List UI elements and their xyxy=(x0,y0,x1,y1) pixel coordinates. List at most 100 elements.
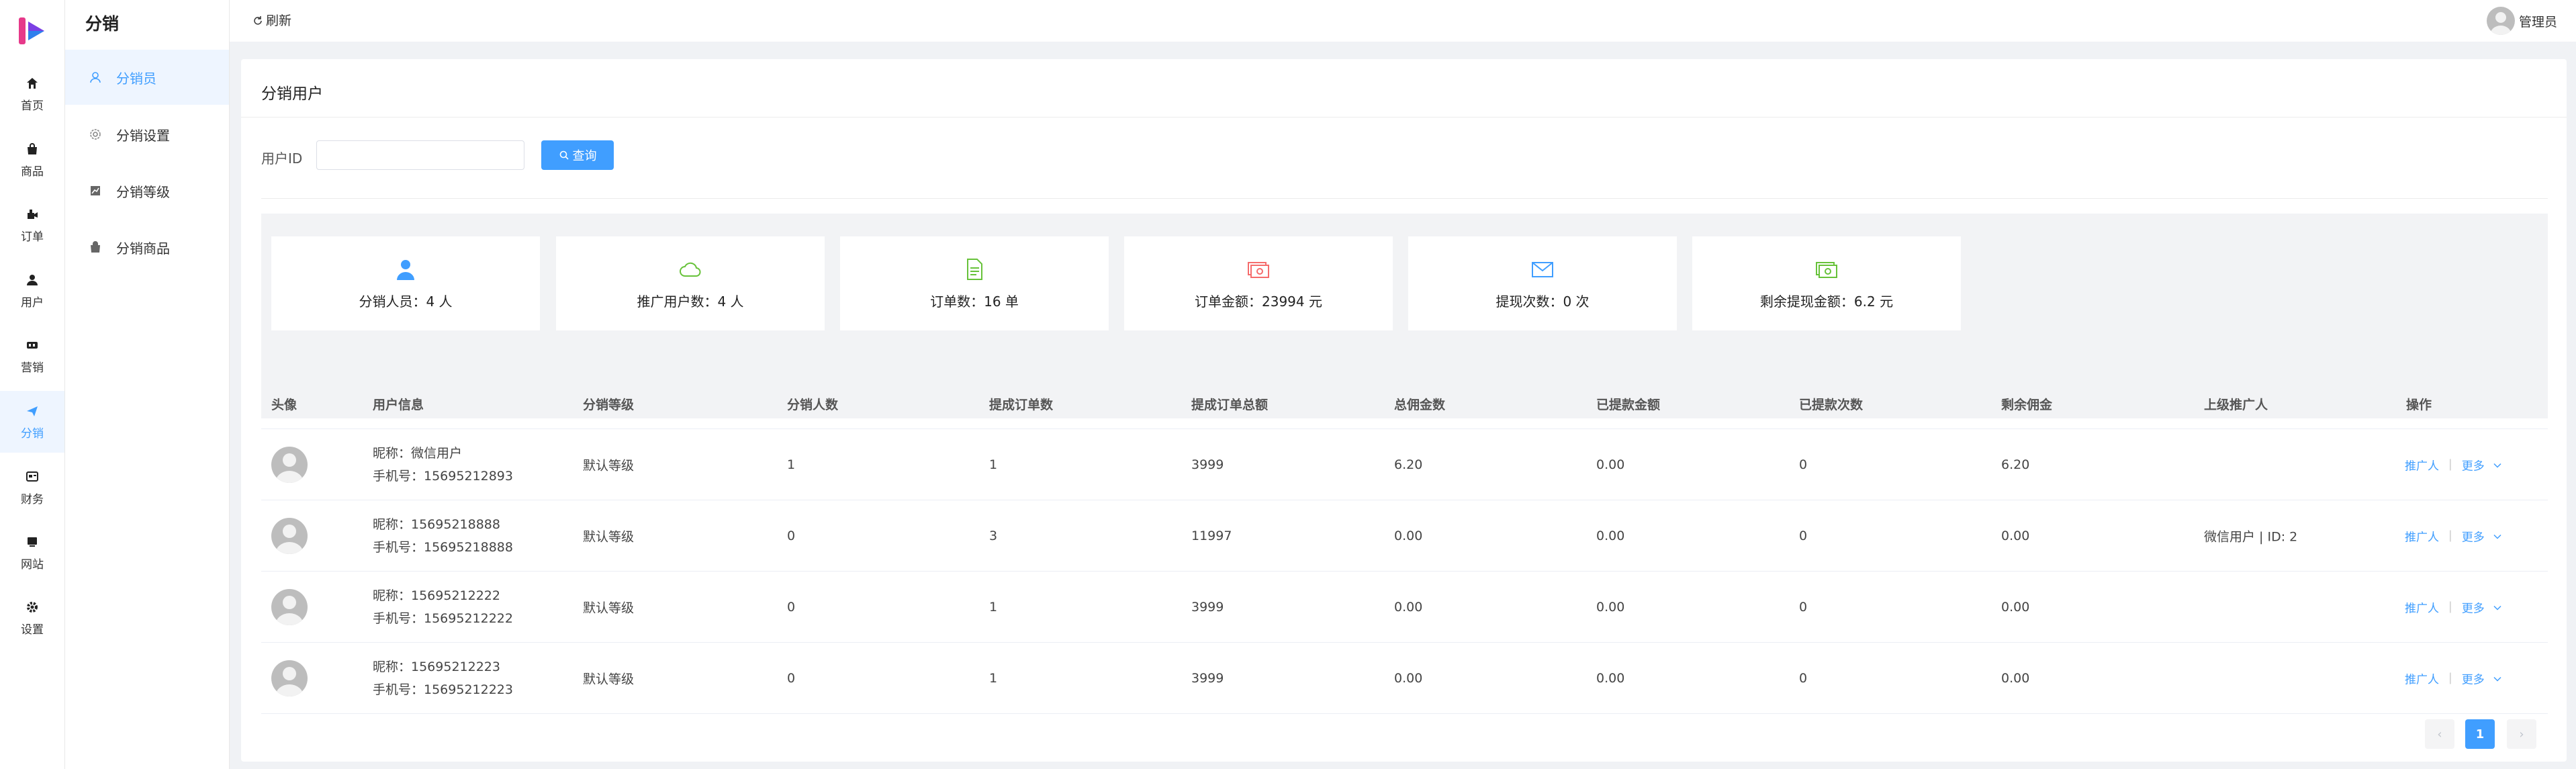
more-dropdown[interactable]: 更多 xyxy=(2462,598,2485,615)
user-id-label: 用户ID xyxy=(261,150,303,167)
refresh-label: 刷新 xyxy=(266,13,292,28)
submenu-title: 分销 xyxy=(85,14,120,34)
withdrawn-cell: 0.00 xyxy=(1596,528,1625,543)
row-actions: 推广人 | 更多 xyxy=(2405,527,2502,544)
submenu-item-goods[interactable]: 分销商品 xyxy=(65,220,229,275)
withdraw-times-cell: 0 xyxy=(1799,670,1808,686)
rail-item-distribution[interactable]: 分销 xyxy=(0,391,64,453)
header-total-commission: 总佣金数 xyxy=(1394,398,1446,412)
table-row: 昵称：微信用户 手机号：15695212893 默认等级 1 1 3999 6.… xyxy=(261,429,2548,500)
order-total-cell: 3999 xyxy=(1191,670,1224,686)
row-actions: 推广人 | 更多 xyxy=(2405,670,2502,686)
distributor-count-cell: 0 xyxy=(787,528,796,543)
admin-avatar xyxy=(2486,7,2515,35)
rail-item-finance[interactable]: 财务 xyxy=(0,457,64,518)
document-icon xyxy=(962,257,986,281)
user-outline-icon xyxy=(88,70,103,85)
more-dropdown[interactable]: 更多 xyxy=(2462,527,2485,544)
stat-distributors: 分销人员：4 人 xyxy=(271,236,540,330)
chevron-down-icon[interactable] xyxy=(2493,460,2502,469)
stat-remaining-withdraw: 剩余提现金额：6.2 元 xyxy=(1692,236,1961,330)
commission-cell: 0.00 xyxy=(1394,528,1423,543)
level-cell: 默认等级 xyxy=(583,672,635,686)
stat-label: 推广用户数：4 人 xyxy=(637,293,744,310)
promoter-link[interactable]: 推广人 xyxy=(2405,527,2439,544)
rail-item-users[interactable]: 用户 xyxy=(0,260,64,322)
header-distributor-count: 分销人数 xyxy=(787,398,839,412)
pagination-page-current[interactable]: 1 xyxy=(2465,719,2495,749)
top-bar: 刷新 管理员 xyxy=(230,0,2576,42)
user-id-input[interactable] xyxy=(316,140,524,170)
distribution-users-card: 分销用户 用户ID 查询 分销人员：4 人 推广用户数：4 人 订单数：16 单 xyxy=(241,59,2567,762)
user-phone: 手机号：15695212222 xyxy=(373,610,513,626)
rail-item-label: 营销 xyxy=(21,361,44,375)
table-row: 昵称：15695218888 手机号：15695218888 默认等级 0 3 … xyxy=(261,500,2548,572)
commission-orders-cell: 1 xyxy=(989,670,998,686)
rail-item-orders[interactable]: 订单 xyxy=(0,194,64,256)
finance-icon xyxy=(25,469,40,484)
user-nickname: 昵称：15695212222 xyxy=(373,588,500,603)
user-phone: 手机号：15695218888 xyxy=(373,539,513,555)
header-level: 分销等级 xyxy=(583,398,635,412)
promoter-link[interactable]: 推广人 xyxy=(2405,598,2439,615)
more-dropdown[interactable]: 更多 xyxy=(2462,670,2485,686)
rail-item-label: 用户 xyxy=(21,296,44,310)
admin-menu[interactable]: 管理员 xyxy=(2486,7,2557,35)
rail-item-goods[interactable]: 商品 xyxy=(0,129,64,191)
search-button-label: 查询 xyxy=(572,149,597,163)
chevron-down-icon[interactable] xyxy=(2493,674,2502,683)
search-button[interactable]: 查询 xyxy=(541,140,614,170)
rail-item-settings[interactable]: 设置 xyxy=(0,587,64,649)
user-phone: 手机号：15695212893 xyxy=(373,468,513,484)
submenu-item-label: 分销设置 xyxy=(116,127,170,144)
chevron-down-icon[interactable] xyxy=(2493,531,2502,541)
more-dropdown[interactable]: 更多 xyxy=(2462,456,2485,473)
action-separator: | xyxy=(2448,529,2452,543)
commission-orders-cell: 1 xyxy=(989,457,998,472)
promoter-link[interactable]: 推广人 xyxy=(2405,456,2439,473)
pagination-next-button[interactable]: › xyxy=(2507,719,2536,749)
submenu-item-levels[interactable]: 分销等级 xyxy=(65,163,229,218)
header-avatar: 头像 xyxy=(271,398,297,412)
distributor-count-cell: 0 xyxy=(787,599,796,615)
distributor-count-cell: 0 xyxy=(787,670,796,686)
submenu-item-settings[interactable]: 分销设置 xyxy=(65,107,229,162)
remaining-cell: 6.20 xyxy=(2001,457,2030,472)
header-parent-promoter: 上级推广人 xyxy=(2204,398,2268,412)
header-commission-orders: 提成订单数 xyxy=(989,398,1054,412)
rail-item-home[interactable]: 首页 xyxy=(0,63,64,125)
avatar xyxy=(271,660,308,696)
stat-label: 剩余提现金额：6.2 元 xyxy=(1759,293,1894,310)
stat-label: 订单数：16 单 xyxy=(930,293,1019,310)
level-cell: 默认等级 xyxy=(583,529,635,544)
submenu-item-distributors[interactable]: 分销员 xyxy=(65,50,229,105)
level-cell: 默认等级 xyxy=(583,600,635,615)
level-cell: 默认等级 xyxy=(583,458,635,473)
avatar xyxy=(271,446,308,483)
stat-label: 提现次数：0 次 xyxy=(1496,293,1590,310)
stat-label: 分销人员：4 人 xyxy=(359,293,453,310)
cash-icon xyxy=(1814,257,1839,281)
commission-cell: 0.00 xyxy=(1394,670,1423,686)
pagination-prev-button[interactable]: ‹ xyxy=(2425,719,2454,749)
commission-cell: 6.20 xyxy=(1394,457,1423,472)
remaining-cell: 0.00 xyxy=(2001,599,2030,615)
header-actions: 操作 xyxy=(2406,398,2432,412)
promoter-link[interactable]: 推广人 xyxy=(2405,670,2439,686)
icon-rail: 首页 商品 订单 用户 营销 分销 财务 网站 设置 xyxy=(0,0,65,769)
rail-item-website[interactable]: 网站 xyxy=(0,522,64,584)
row-actions: 推广人 | 更多 xyxy=(2405,456,2502,473)
header-commission-order-total: 提成订单总额 xyxy=(1191,398,1269,412)
distribution-submenu: 分销 分销员 分销设置 分销等级 分销商品 xyxy=(65,0,230,769)
refresh-button[interactable]: 刷新 xyxy=(252,11,291,29)
person-icon xyxy=(394,257,418,281)
table-header: 头像 用户信息 分销等级 分销人数 提成订单数 提成订单总额 总佣金数 已提款金… xyxy=(261,381,2548,429)
brand-logo[interactable] xyxy=(16,15,48,47)
header-remaining-commission: 剩余佣金 xyxy=(2001,398,2053,412)
chevron-down-icon[interactable] xyxy=(2493,602,2502,612)
rail-item-marketing[interactable]: 营销 xyxy=(0,325,64,387)
withdraw-times-cell: 0 xyxy=(1799,528,1808,543)
withdraw-times-cell: 0 xyxy=(1799,457,1808,472)
stat-orders: 订单数：16 单 xyxy=(840,236,1109,330)
submenu-item-label: 分销员 xyxy=(116,70,156,87)
